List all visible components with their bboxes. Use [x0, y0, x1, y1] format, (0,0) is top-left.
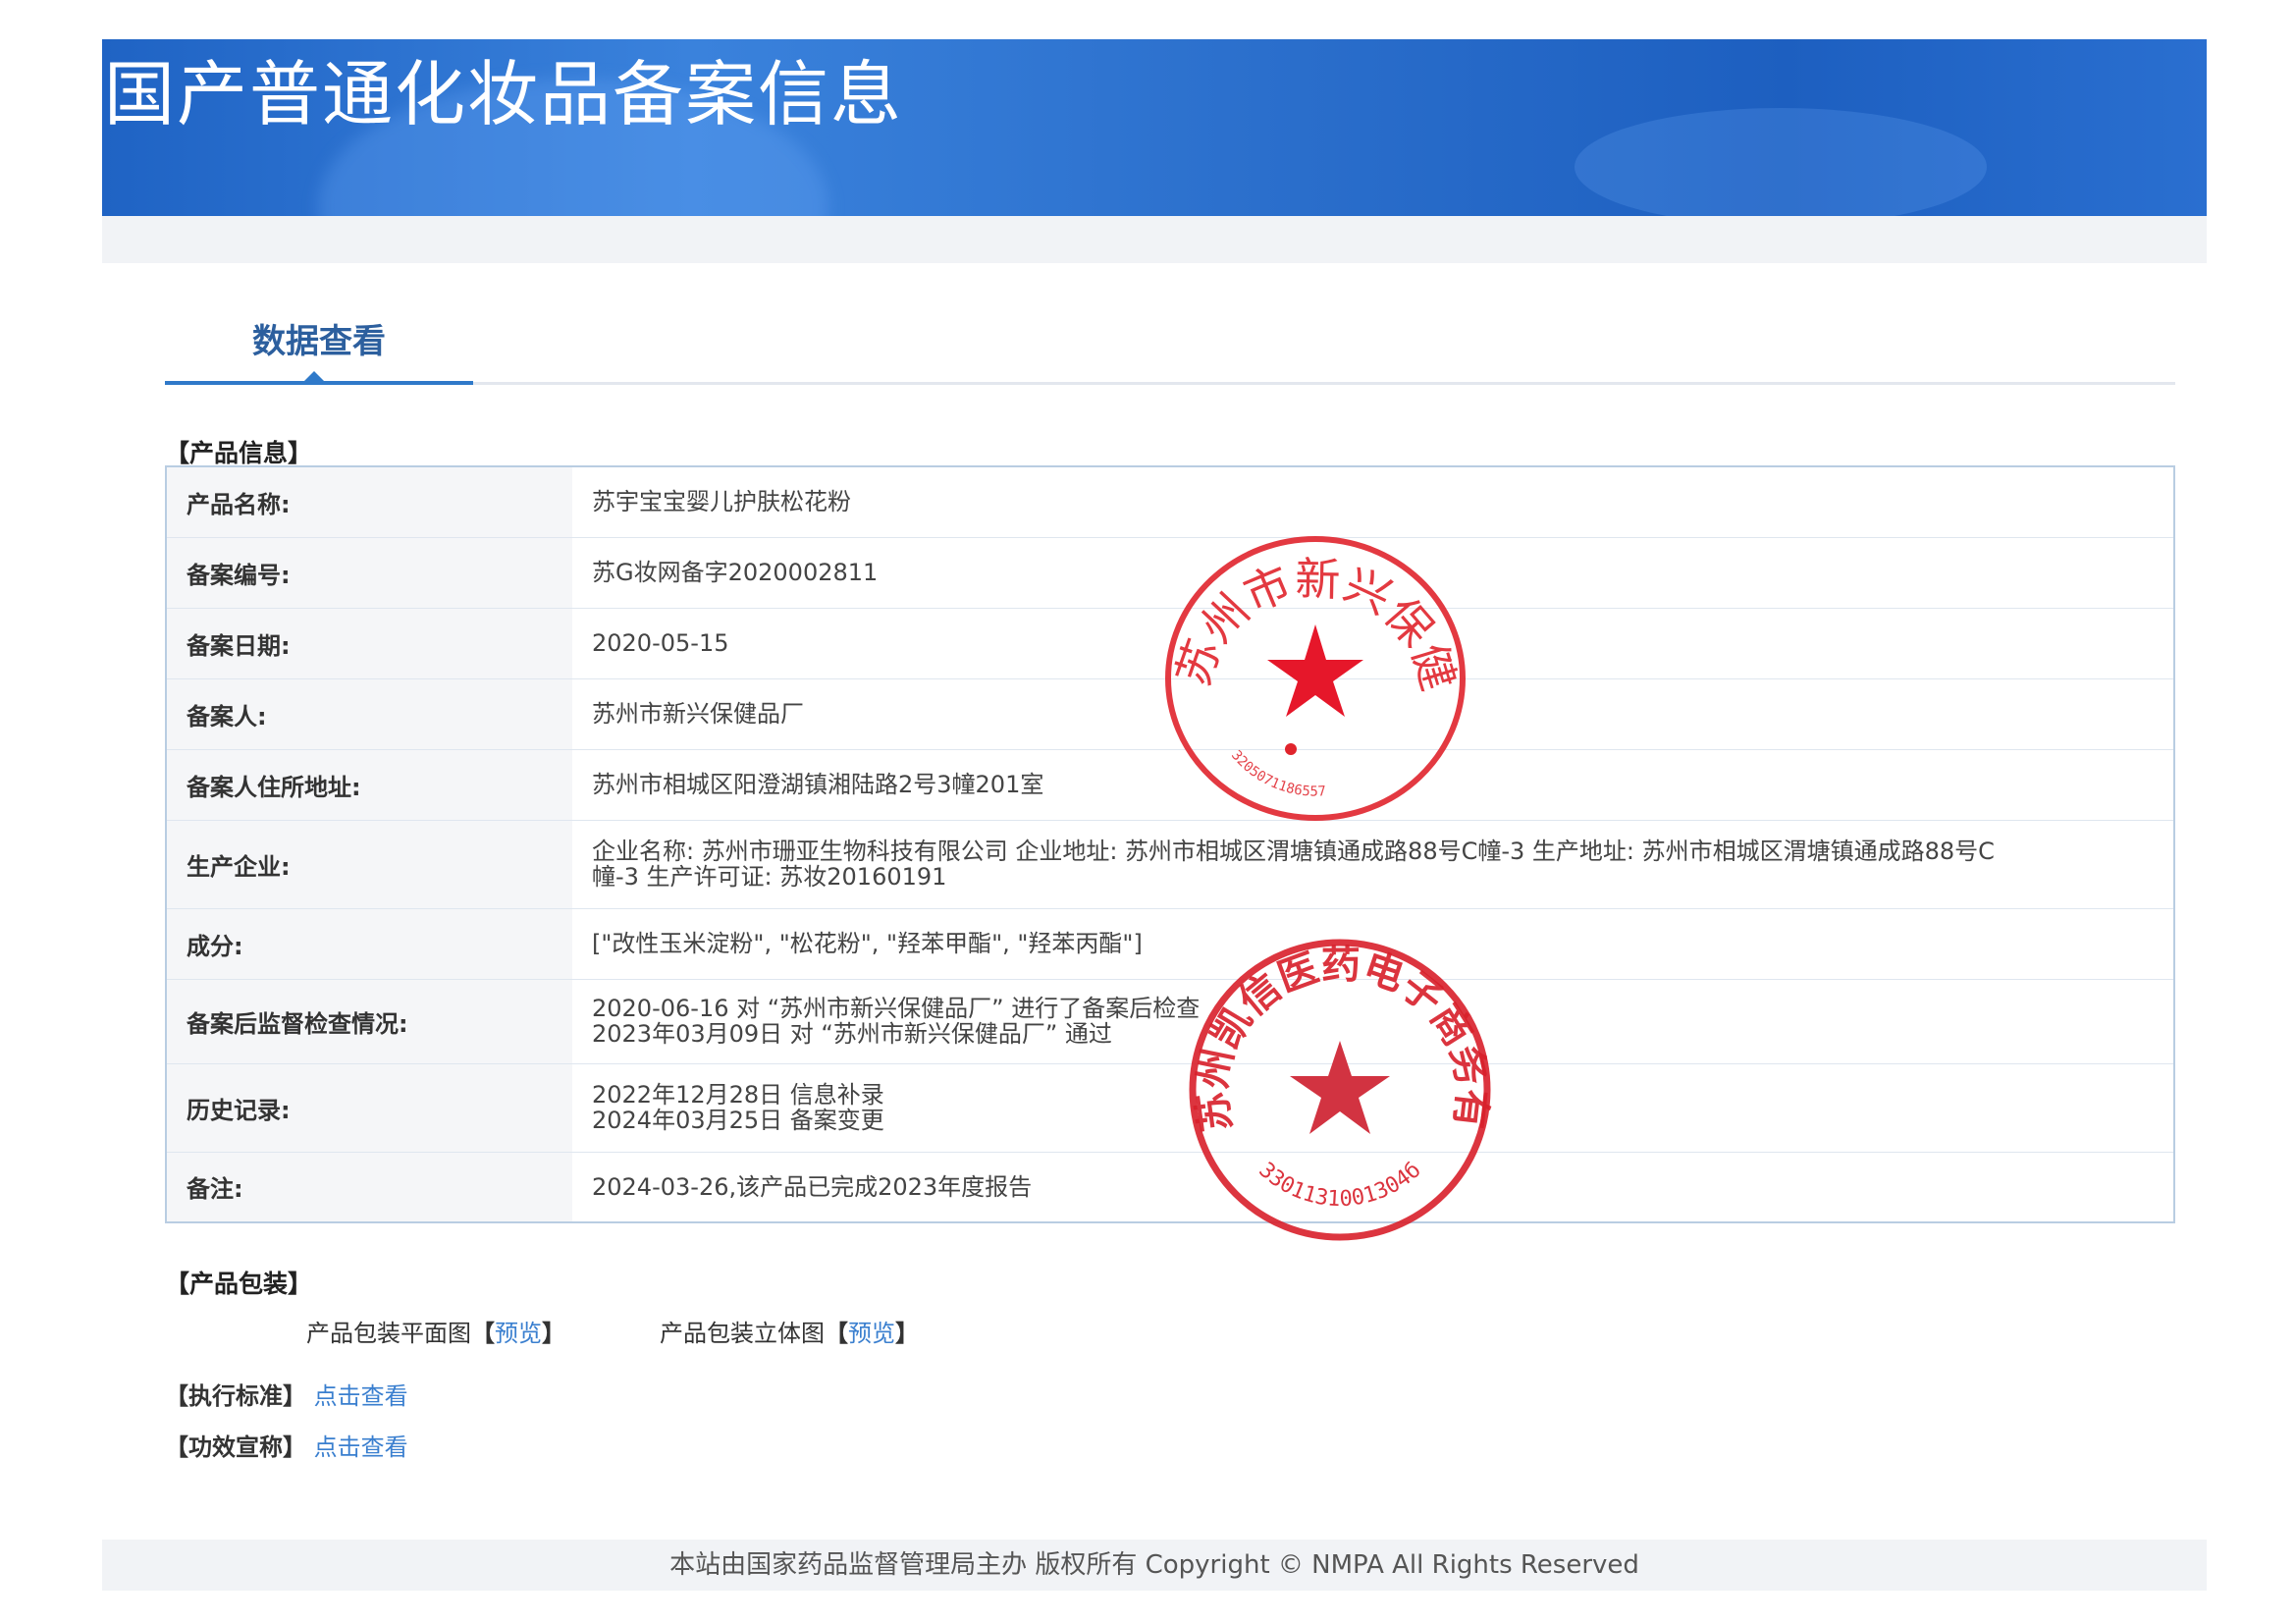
tab-data-view[interactable]: 数据查看: [165, 312, 473, 371]
standard-view-link[interactable]: 点击查看: [314, 1382, 408, 1410]
package-stereo-item: 产品包装立体图【预览】: [660, 1320, 919, 1347]
field-value-line: 苏宇宝宝婴儿护肤松花粉: [592, 488, 851, 516]
standard-heading: 【执行标准】: [165, 1382, 306, 1410]
tab-active-indicator: [165, 381, 473, 385]
field-label: 备案人住所地址:: [166, 748, 572, 820]
star-icon: [1290, 1041, 1390, 1134]
field-label: 成分:: [166, 907, 572, 979]
header-banner: 国产普通化妆品备案信息: [102, 39, 2207, 216]
footer: 本站由国家药品监督管理局主办 版权所有 Copyright © NMPA All…: [102, 1540, 2207, 1591]
star-icon: [1267, 624, 1363, 717]
tab-divider: [473, 382, 2175, 385]
table-row: 备注: 2024-03-26,该产品已完成2023年度报告: [166, 1151, 2174, 1222]
field-label: 备注:: [166, 1151, 572, 1222]
field-label: 备案后监督检查情况:: [166, 978, 572, 1063]
field-label: 备案人:: [166, 677, 572, 749]
header-band: [102, 216, 2207, 263]
field-value-line: 企业名称: 苏州市珊亚生物科技有限公司 企业地址: 苏州市相城区渭塘镇通成路88…: [592, 838, 1995, 865]
package-stereo-preview-link[interactable]: 预览: [848, 1320, 895, 1347]
field-label: 历史记录:: [166, 1062, 572, 1152]
table-row: 历史记录: 2022年12月28日 信息补录 2024年03月25日 备案变更: [166, 1062, 2174, 1152]
table-row: 成分: ["改性玉米淀粉", "松花粉", "羟苯甲酯", "羟苯丙酯"]: [166, 907, 2174, 979]
field-label: 备案编号:: [166, 536, 572, 608]
field-value-line: 幢-3 生产许可证: 苏妆20160191: [592, 863, 947, 891]
efficacy-row: 【功效宣称】 点击查看: [165, 1428, 408, 1462]
ecommerce-seal-stamp: 苏州凯信医药电子商务有限公司 3301131001304б: [1178, 923, 1496, 1241]
tab-caret-icon: [304, 371, 324, 381]
efficacy-heading: 【功效宣称】: [165, 1434, 306, 1461]
field-label: 备案日期:: [166, 607, 572, 678]
seal-code: 3205071186557: [1228, 747, 1326, 799]
banner-decoration: [1575, 108, 1987, 216]
product-info-heading: 【产品信息】: [165, 439, 313, 467]
field-label: 生产企业:: [166, 819, 572, 908]
field-label: 产品名称:: [166, 465, 572, 537]
table-row: 备案后监督检查情况: 2020-06-16 对 “苏州市新兴保健品厂” 进行了备案…: [166, 978, 2174, 1063]
page-title: 国产普通化妆品备案信息: [104, 53, 904, 135]
seal-code: 3301131001304б: [1254, 1158, 1425, 1212]
package-flat-label: 产品包装平面图: [306, 1320, 471, 1347]
standard-row: 【执行标准】 点击查看: [165, 1377, 408, 1411]
packaging-heading: 【产品包装】: [165, 1270, 313, 1298]
company-seal-stamp: 苏州市新兴保健品厂 3205071186557: [1148, 516, 1466, 821]
package-stereo-label: 产品包装立体图: [660, 1320, 825, 1347]
efficacy-view-link[interactable]: 点击查看: [314, 1434, 408, 1461]
package-flat-item: 产品包装平面图【预览】: [306, 1320, 565, 1347]
package-flat-preview-link[interactable]: 预览: [495, 1320, 542, 1347]
